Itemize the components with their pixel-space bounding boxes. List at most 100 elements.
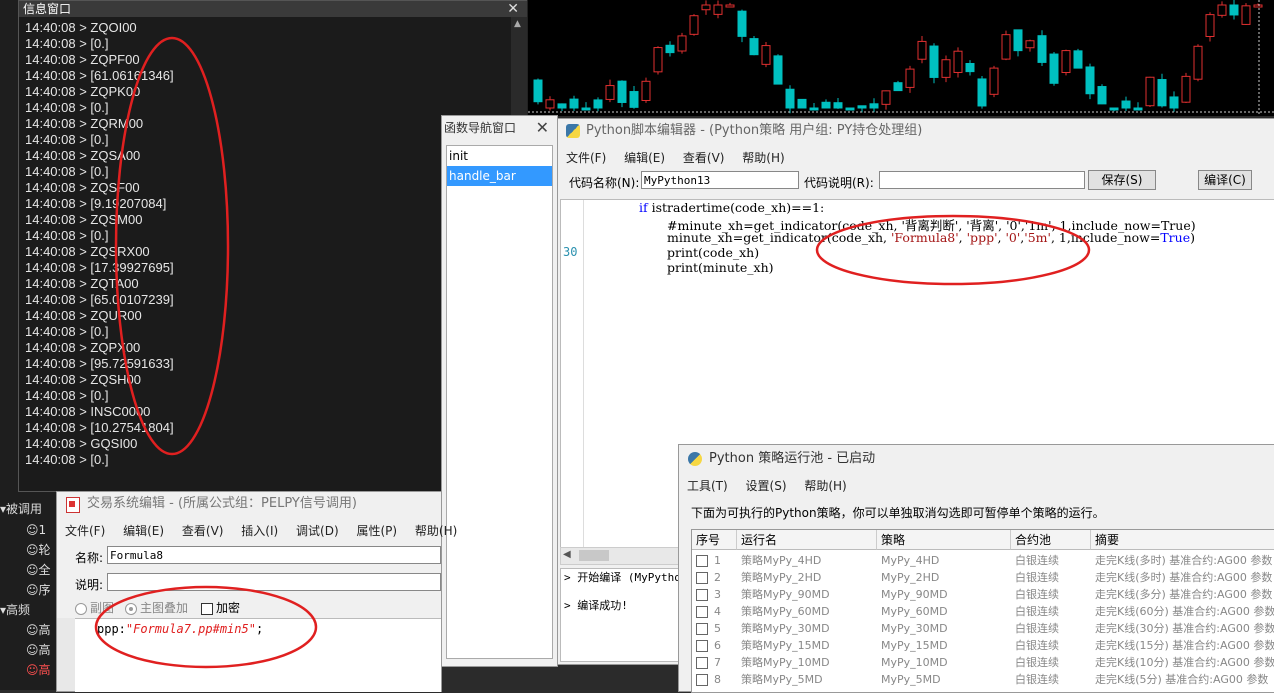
table-cell: 白银连续 xyxy=(1011,552,1091,569)
function-item-handle-bar[interactable]: handle_bar xyxy=(447,166,552,186)
option-sub-chart[interactable]: 副图 xyxy=(75,599,114,616)
column-header-strategy[interactable]: 策略 xyxy=(877,530,1011,550)
candle-body xyxy=(1193,45,1203,80)
table-cell: MyPy_60MD xyxy=(877,603,1011,620)
log-line: 14:40:08 > ZQTA00 xyxy=(25,276,139,291)
table-cell-text: 策略MyPy_90MD xyxy=(741,588,830,601)
table-row-checkbox[interactable]: 2 xyxy=(692,569,737,586)
option-encrypt[interactable]: 加密 xyxy=(201,599,240,616)
column-header-pool[interactable]: 合约池 xyxy=(1011,530,1091,550)
candle-body xyxy=(1061,50,1071,74)
table-cell-text: 策略MyPy_2HD xyxy=(741,571,822,584)
checkbox-icon[interactable] xyxy=(696,589,708,601)
menu-help[interactable]: 帮助(H) xyxy=(742,151,784,165)
table-cell: MyPy_15MD xyxy=(877,637,1011,654)
candle-body xyxy=(1037,35,1047,63)
menu-debug[interactable]: 调试(D) xyxy=(296,524,339,538)
table-cell: 策略MyPy_90MD xyxy=(737,586,877,603)
table-row-checkbox[interactable]: 1 xyxy=(692,552,737,569)
table-cell-text: 白银连续 xyxy=(1015,588,1059,601)
name-input[interactable]: Formula8 xyxy=(107,546,441,564)
table-cell-text: 走完K线(多时) 基准合约:AG00 参数 xyxy=(1095,554,1273,567)
tree-item-6[interactable]: ☺高 xyxy=(26,621,51,639)
menu-settings[interactable]: 设置(S) xyxy=(746,479,787,493)
close-icon[interactable]: ✕ xyxy=(536,118,549,137)
candle-body xyxy=(1229,4,1239,16)
table-cell: 白银连续 xyxy=(1011,569,1091,586)
compile-button[interactable]: 编译(C) xyxy=(1198,170,1252,190)
smiley-icon: ☺ xyxy=(26,623,39,637)
checkbox-icon[interactable] xyxy=(696,623,708,635)
output-line-3: > 编译成功! xyxy=(564,599,628,612)
log-line: 14:40:08 > [9.19207084] xyxy=(25,196,167,211)
log-line: 14:40:08 > ZQUR00 xyxy=(25,308,142,323)
log-line: 14:40:08 > ZQSF00 xyxy=(25,180,140,195)
kline-chart[interactable] xyxy=(527,0,1274,116)
table-cell: 白银连续 xyxy=(1011,671,1091,688)
function-item-init[interactable]: init xyxy=(447,146,552,166)
tree-item-2[interactable]: ☺轮 xyxy=(26,541,51,559)
menu-help[interactable]: 帮助(H) xyxy=(415,524,457,538)
table-cell: MyPy_10MD xyxy=(877,654,1011,671)
checkbox-icon[interactable] xyxy=(696,572,708,584)
candle-body xyxy=(773,55,783,85)
table-row-checkbox[interactable]: 7 xyxy=(692,654,737,671)
menu-edit[interactable]: 编辑(E) xyxy=(123,524,164,538)
column-header-name[interactable]: 运行名 xyxy=(737,530,877,550)
desc-input[interactable] xyxy=(107,573,441,591)
save-button[interactable]: 保存(S) xyxy=(1088,170,1156,190)
formula-editor[interactable]: ppp:"Formula7.pp#min5"; xyxy=(75,618,441,692)
tree-item-3[interactable]: ☺全 xyxy=(26,561,51,579)
column-header-summary[interactable]: 摘要 xyxy=(1091,530,1274,550)
table-cell: 走完K线(多时) 基准合约:AG00 参数 xyxy=(1091,569,1274,586)
log-line: 14:40:08 > ZQSRX00 xyxy=(25,244,150,259)
column-header-no[interactable]: 序号 xyxy=(692,530,737,550)
table-cell-text: 策略MyPy_15MD xyxy=(741,639,830,652)
table-cell-text: 走完K线(10分) 基准合约:AG00 参数 xyxy=(1095,656,1274,669)
code-desc-input[interactable] xyxy=(879,171,1085,189)
tree-item-7[interactable]: ☺高 xyxy=(26,641,51,659)
menu-insert[interactable]: 插入(I) xyxy=(241,524,278,538)
scroll-thumb[interactable] xyxy=(579,550,609,561)
menu-tools[interactable]: 工具(T) xyxy=(687,479,728,493)
menu-properties[interactable]: 属性(P) xyxy=(356,524,397,538)
option-main-overlay[interactable]: 主图叠加 xyxy=(125,599,188,616)
table-row-checkbox[interactable]: 8 xyxy=(692,671,737,688)
checkbox-icon[interactable] xyxy=(696,555,708,567)
smiley-icon: ☺ xyxy=(26,643,39,657)
tree-item-called[interactable]: ▾被调用 xyxy=(0,500,42,518)
checkbox-icon[interactable] xyxy=(696,606,708,618)
menu-file[interactable]: 文件(F) xyxy=(566,151,606,165)
table-row-checkbox[interactable]: 6 xyxy=(692,637,737,654)
candle-body xyxy=(1049,53,1059,84)
scroll-left-icon[interactable]: ◀ xyxy=(563,549,571,560)
table-cell-text: 1 xyxy=(714,554,721,567)
python-editor-menubar: 文件(F) 编辑(E) 查看(V) 帮助(H) xyxy=(566,149,799,166)
checkbox-icon[interactable] xyxy=(696,657,708,669)
code-hscrollbar[interactable]: ◀ xyxy=(560,547,682,565)
table-row-checkbox[interactable]: 4 xyxy=(692,603,737,620)
checkbox-icon[interactable] xyxy=(696,640,708,652)
candle-body xyxy=(629,91,639,108)
scroll-up-icon[interactable]: ▲ xyxy=(514,19,521,29)
menu-view[interactable]: 查看(V) xyxy=(182,524,224,538)
python-icon xyxy=(688,452,702,466)
log-line: 14:40:08 > [0.] xyxy=(25,324,109,339)
code-name-input[interactable]: MyPython13 xyxy=(641,171,799,189)
candle-body xyxy=(797,98,807,109)
table-cell: 走完K线(5分) 基准合约:AG00 参数 xyxy=(1091,671,1274,688)
tree-item-hf[interactable]: ▾高频 xyxy=(0,601,30,619)
tree-item-8[interactable]: ☺高 xyxy=(26,661,51,679)
tree-item-4[interactable]: ☺序 xyxy=(26,581,51,599)
table-row-checkbox[interactable]: 3 xyxy=(692,586,737,603)
menu-help[interactable]: 帮助(H) xyxy=(804,479,846,493)
tree-item-1[interactable]: ☺1 xyxy=(26,521,46,539)
close-icon[interactable]: ✕ xyxy=(507,1,519,17)
table-cell: 走完K线(10分) 基准合约:AG00 参数 xyxy=(1091,654,1274,671)
menu-edit[interactable]: 编辑(E) xyxy=(624,151,665,165)
checkbox-icon[interactable] xyxy=(696,674,708,686)
menu-file[interactable]: 文件(F) xyxy=(65,524,105,538)
menu-view[interactable]: 查看(V) xyxy=(683,151,725,165)
table-row-checkbox[interactable]: 5 xyxy=(692,620,737,637)
candle-body xyxy=(713,4,723,15)
